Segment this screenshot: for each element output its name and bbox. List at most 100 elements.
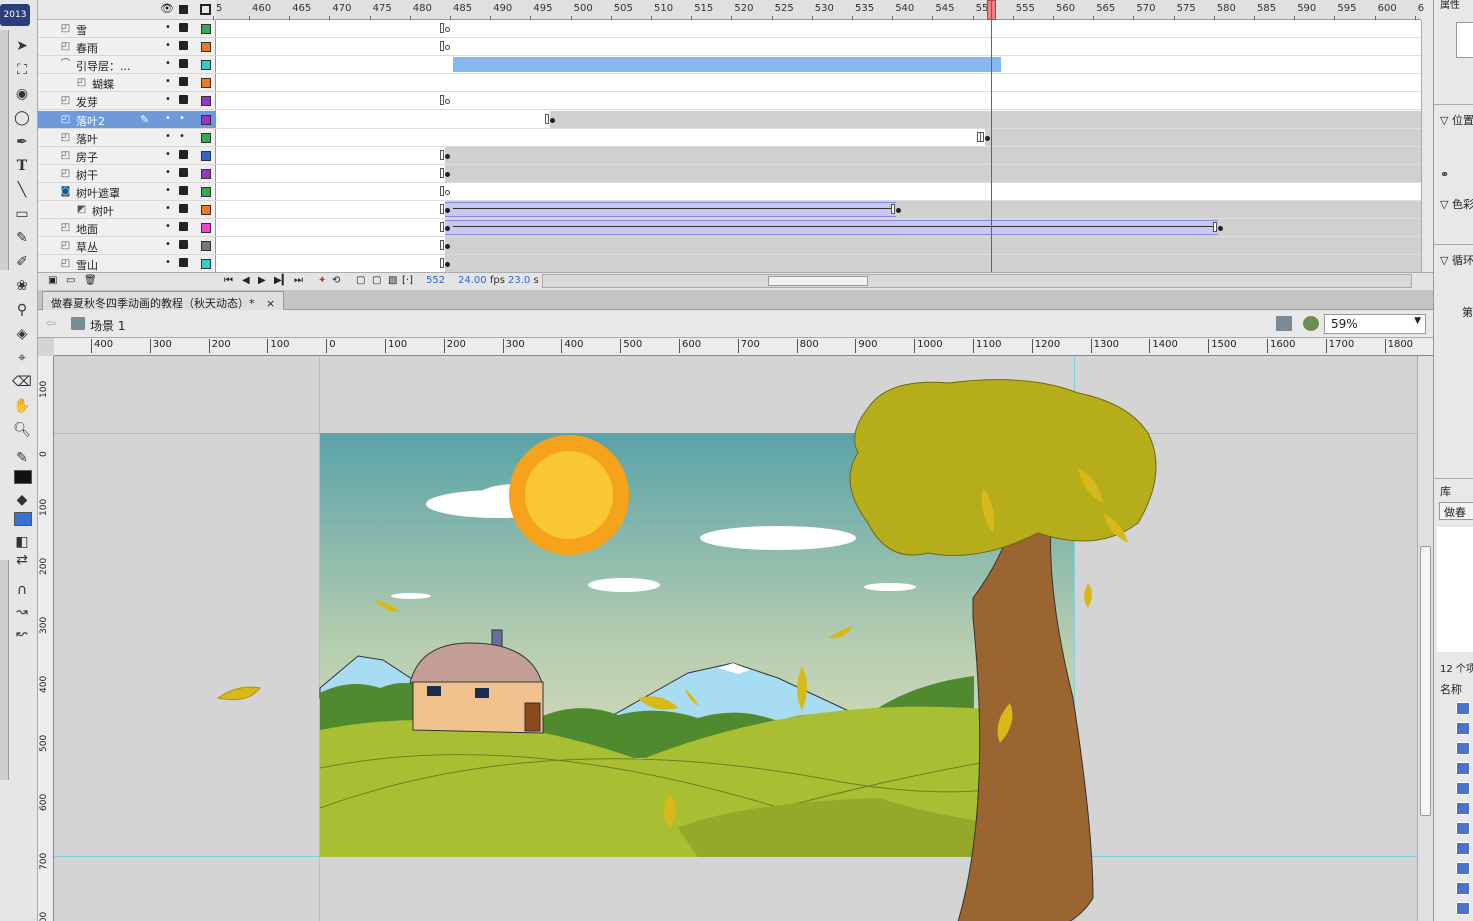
- layer-row[interactable]: ◰ 蝴蝶 •: [38, 74, 216, 93]
- deco-tool-icon[interactable]: ❀: [12, 276, 32, 296]
- goto-first-frame-icon[interactable]: ⏮: [224, 275, 233, 286]
- library-item-icon[interactable]: [1456, 822, 1470, 835]
- visibility-toggle[interactable]: •: [165, 185, 171, 196]
- library-item-icon[interactable]: [1456, 782, 1470, 795]
- step-forward-icon[interactable]: ▶▎: [274, 275, 289, 286]
- lasso-tool-icon[interactable]: ◯: [12, 108, 32, 128]
- selected-frames[interactable]: [453, 57, 1001, 73]
- frame-row[interactable]: [216, 38, 1421, 57]
- snap-magnet-icon[interactable]: ∩: [12, 580, 32, 600]
- play-icon[interactable]: ▶: [258, 275, 266, 286]
- layer-name[interactable]: 房子: [76, 149, 98, 165]
- lock-toggle[interactable]: [179, 240, 188, 250]
- close-tab-icon[interactable]: ×: [266, 297, 275, 310]
- layer-row[interactable]: ◰ 雪山 •: [38, 255, 216, 274]
- new-folder-icon[interactable]: ▭: [66, 275, 75, 286]
- lock-toggle[interactable]: [179, 95, 188, 105]
- selection-tool-icon[interactable]: ➤: [12, 36, 32, 56]
- layer-name[interactable]: 草丛: [76, 239, 98, 255]
- frame-row[interactable]: [216, 128, 1421, 147]
- lock-toggle[interactable]: [179, 41, 188, 51]
- layer-row[interactable]: ◰ 发芽 •: [38, 92, 216, 111]
- layer-name[interactable]: 蝴蝶: [92, 76, 114, 92]
- frame-row[interactable]: [216, 219, 1421, 238]
- layer-color-swatch[interactable]: [201, 223, 211, 234]
- keyframe[interactable]: [550, 117, 556, 123]
- library-name-column[interactable]: 名称: [1440, 681, 1462, 697]
- swap-colors-icon[interactable]: ⇄: [12, 550, 32, 570]
- timeline-hscroll-thumb[interactable]: [768, 276, 868, 286]
- frame-row[interactable]: [216, 237, 1421, 256]
- layer-name[interactable]: 树叶遮罩: [76, 185, 120, 201]
- lock-toggle[interactable]: •: [179, 113, 188, 124]
- frame-row[interactable]: [216, 110, 1421, 129]
- layer-color-swatch[interactable]: [201, 205, 211, 215]
- eyedropper-tool-icon[interactable]: ⌖: [12, 348, 32, 368]
- bone-tool-icon[interactable]: ⚲: [12, 300, 32, 320]
- pen-tool-icon[interactable]: ✒: [12, 132, 32, 152]
- straighten-icon[interactable]: ↜: [12, 624, 32, 644]
- frame-row[interactable]: [216, 255, 1421, 274]
- layer-name[interactable]: 引导层：...: [76, 58, 131, 74]
- classic-tween[interactable]: [445, 220, 1219, 236]
- library-item-icon[interactable]: [1456, 702, 1470, 715]
- hand-tool-icon[interactable]: ✋: [12, 396, 32, 416]
- outline-all-icon[interactable]: [200, 4, 211, 15]
- line-tool-icon[interactable]: ╲: [12, 180, 32, 200]
- fill-color-icon[interactable]: ◆: [12, 490, 32, 510]
- zoom-select[interactable]: 59% ▼: [1324, 314, 1426, 334]
- library-document-select[interactable]: 做春: [1439, 502, 1473, 520]
- layer-name[interactable]: 落叶2: [76, 113, 105, 129]
- layer-name[interactable]: 落叶: [76, 131, 98, 147]
- layer-row[interactable]: ◰ 落叶2 ✎ • •: [38, 110, 216, 129]
- color-section[interactable]: ▽ 色彩: [1440, 196, 1473, 212]
- stroke-color-icon[interactable]: ✎: [12, 448, 32, 468]
- document-tab[interactable]: 做春夏秋冬四季动画的教程（秋天动态）* ×: [42, 291, 285, 310]
- frame-span[interactable]: [445, 164, 1421, 182]
- frame-row[interactable]: [216, 164, 1421, 183]
- visibility-toggle[interactable]: •: [165, 167, 171, 178]
- layer-row[interactable]: ◩ 树叶 •: [38, 201, 216, 219]
- layer-row[interactable]: ◙ 树叶遮罩 •: [38, 183, 216, 201]
- layer-color-swatch[interactable]: [201, 259, 211, 270]
- lock-toggle[interactable]: [179, 258, 188, 268]
- onion-outline-icon[interactable]: ▢: [372, 275, 381, 286]
- layer-row[interactable]: ◰ 树干 •: [38, 165, 216, 183]
- layer-row[interactable]: ◰ 草丛 •: [38, 237, 216, 256]
- layer-name[interactable]: 雪山: [76, 257, 98, 273]
- frame-row[interactable]: [216, 20, 1421, 38]
- new-layer-icon[interactable]: ▣: [48, 275, 57, 286]
- modify-markers-icon[interactable]: [·]: [402, 275, 413, 286]
- layer-color-swatch[interactable]: [201, 78, 211, 89]
- visibility-toggle[interactable]: •: [165, 149, 171, 160]
- edit-symbols-icon[interactable]: [1303, 316, 1319, 331]
- blank-keyframe[interactable]: [445, 45, 451, 51]
- layer-row[interactable]: ⌒ 引导层：... •: [38, 56, 216, 75]
- classic-tween[interactable]: [445, 202, 897, 217]
- loop-section[interactable]: ▽ 循环: [1440, 252, 1473, 268]
- current-frame[interactable]: 552: [426, 275, 445, 286]
- eraser-tool-icon[interactable]: ⌫: [12, 372, 32, 392]
- goto-last-frame-icon[interactable]: ⏭: [294, 275, 303, 286]
- visibility-toggle[interactable]: •: [165, 131, 171, 142]
- frame-rate[interactable]: 24.00 fps: [458, 275, 505, 286]
- library-item-icon[interactable]: [1456, 842, 1470, 855]
- frame-ruler[interactable]: 5 460 465 470 475 480 485 490 495 500 505 510 515 520…: [212, 0, 1424, 20]
- blank-keyframe[interactable]: [445, 27, 451, 32]
- frame-span[interactable]: [445, 146, 1421, 164]
- free-transform-tool-icon[interactable]: ⛶: [12, 60, 32, 80]
- stage-vscroll-thumb[interactable]: [1420, 546, 1431, 816]
- layer-color-swatch[interactable]: [201, 42, 211, 53]
- edit-scene-icon[interactable]: [1276, 316, 1292, 331]
- visibility-toggle[interactable]: •: [165, 113, 171, 124]
- library-item-icon[interactable]: [1456, 882, 1470, 895]
- layer-color-swatch[interactable]: [201, 150, 211, 161]
- layer-name[interactable]: 雪: [76, 22, 87, 38]
- loop-icon[interactable]: ⟲: [332, 275, 340, 286]
- blank-keyframe[interactable]: [445, 99, 451, 105]
- edit-multiple-frames-icon[interactable]: ▧: [388, 275, 397, 286]
- frame-span[interactable]: [550, 110, 1421, 128]
- fill-color-swatch[interactable]: [14, 512, 32, 526]
- rectangle-tool-icon[interactable]: ▭: [12, 204, 32, 224]
- frame-span[interactable]: [984, 128, 1421, 146]
